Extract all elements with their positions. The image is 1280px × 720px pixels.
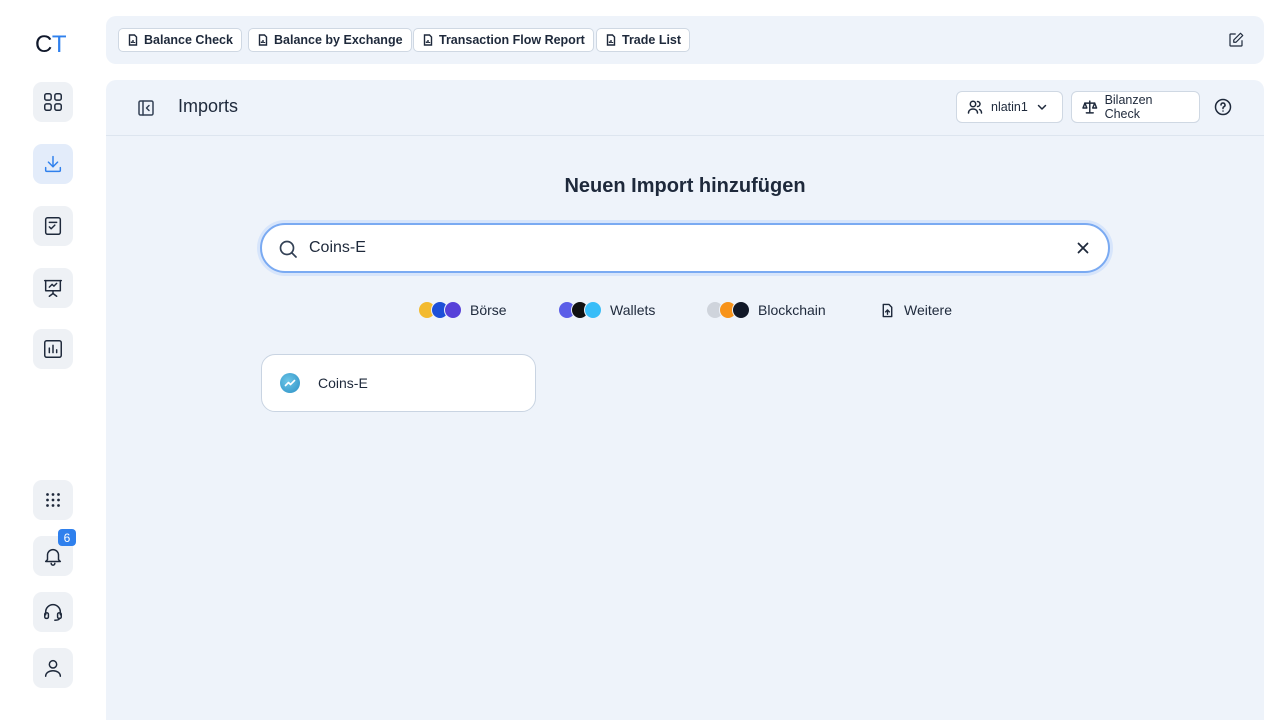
clear-search-button[interactable]: [1075, 240, 1091, 256]
help-circle-icon: [1214, 98, 1232, 116]
result-label: Coins-E: [318, 375, 368, 391]
category-label: Wallets: [610, 302, 656, 318]
report-file-icon: [606, 34, 616, 46]
category-label: Börse: [470, 302, 507, 318]
user-icon: [44, 659, 62, 677]
nav-analytics-button[interactable]: [33, 329, 73, 369]
tab-label: Balance by Exchange: [274, 33, 403, 47]
category-exchange[interactable]: Börse: [418, 298, 507, 322]
tab-label: Balance Check: [144, 33, 233, 47]
nav-checklist-button[interactable]: [33, 206, 73, 246]
chevron-down-icon: [1037, 104, 1047, 110]
tab-balance-by-exchange[interactable]: Balance by Exchange: [248, 28, 412, 52]
exchange-logos-icon: [418, 301, 462, 319]
report-file-icon: [423, 34, 433, 46]
import-result-coins-e[interactable]: Coins-E: [261, 354, 536, 412]
tab-label: Transaction Flow Report: [439, 33, 585, 47]
import-search-input[interactable]: [309, 235, 1049, 261]
user-selector-label: nlatin1: [991, 100, 1028, 114]
collapse-sidebar-button[interactable]: [137, 99, 155, 117]
checklist-icon: [44, 217, 62, 235]
profile-button[interactable]: [33, 648, 73, 688]
scale-icon: [1082, 100, 1098, 114]
balance-check-button[interactable]: Bilanzen Check: [1071, 91, 1200, 123]
tab-transaction-flow-report[interactable]: Transaction Flow Report: [413, 28, 594, 52]
headset-icon: [44, 604, 62, 621]
user-selector-dropdown[interactable]: nlatin1: [956, 91, 1063, 123]
nav-reports-button[interactable]: [33, 268, 73, 308]
coins-e-logo-icon: [280, 373, 300, 393]
category-other[interactable]: Weitere: [880, 298, 952, 322]
wallet-logos-icon: [558, 301, 602, 319]
balance-check-label: Bilanzen Check: [1104, 93, 1153, 121]
download-icon: [44, 155, 62, 173]
edit-tabs-button[interactable]: [1227, 31, 1245, 49]
nav-dashboard-button[interactable]: [33, 82, 73, 122]
close-icon: [1077, 242, 1089, 254]
page-title: Imports: [178, 96, 239, 116]
category-label: Blockchain: [758, 302, 826, 318]
app-logo[interactable]: CT: [35, 31, 67, 59]
presentation-icon: [44, 279, 62, 297]
main-panel: Imports nlatin1 Bilanzen Check Neuen Imp…: [106, 80, 1264, 720]
report-file-icon: [128, 34, 138, 46]
category-wallets[interactable]: Wallets: [558, 298, 655, 322]
left-rail: CT 6: [0, 0, 106, 720]
blockchain-logos-icon: [706, 301, 750, 319]
report-tabs-bar: Balance Check Balance by Exchange Transa…: [106, 16, 1264, 64]
file-upload-icon: [882, 303, 893, 317]
search-icon: [278, 239, 298, 259]
category-blockchain[interactable]: Blockchain: [706, 298, 826, 322]
dashboard-grid-icon: [44, 93, 62, 111]
bar-chart-icon: [44, 340, 62, 358]
users-icon: [967, 100, 983, 114]
apps-menu-button[interactable]: [33, 480, 73, 520]
support-button[interactable]: [33, 592, 73, 632]
bell-icon: [44, 548, 62, 566]
tab-balance-check[interactable]: Balance Check: [118, 28, 242, 52]
import-search-box: [260, 223, 1110, 273]
sidebar-collapse-icon: [138, 100, 154, 116]
apps-grid-icon: [46, 493, 60, 507]
page-header: Imports nlatin1 Bilanzen Check: [106, 80, 1264, 136]
notification-count-badge: 6: [58, 529, 76, 546]
tab-label: Trade List: [622, 33, 682, 47]
edit-icon: [1229, 32, 1244, 47]
report-file-icon: [258, 34, 268, 46]
category-label: Weitere: [904, 302, 952, 318]
help-button[interactable]: [1214, 98, 1232, 116]
add-import-heading: Neuen Import hinzufügen: [564, 175, 806, 197]
tab-trade-list[interactable]: Trade List: [596, 28, 691, 52]
nav-imports-button[interactable]: [33, 144, 73, 184]
